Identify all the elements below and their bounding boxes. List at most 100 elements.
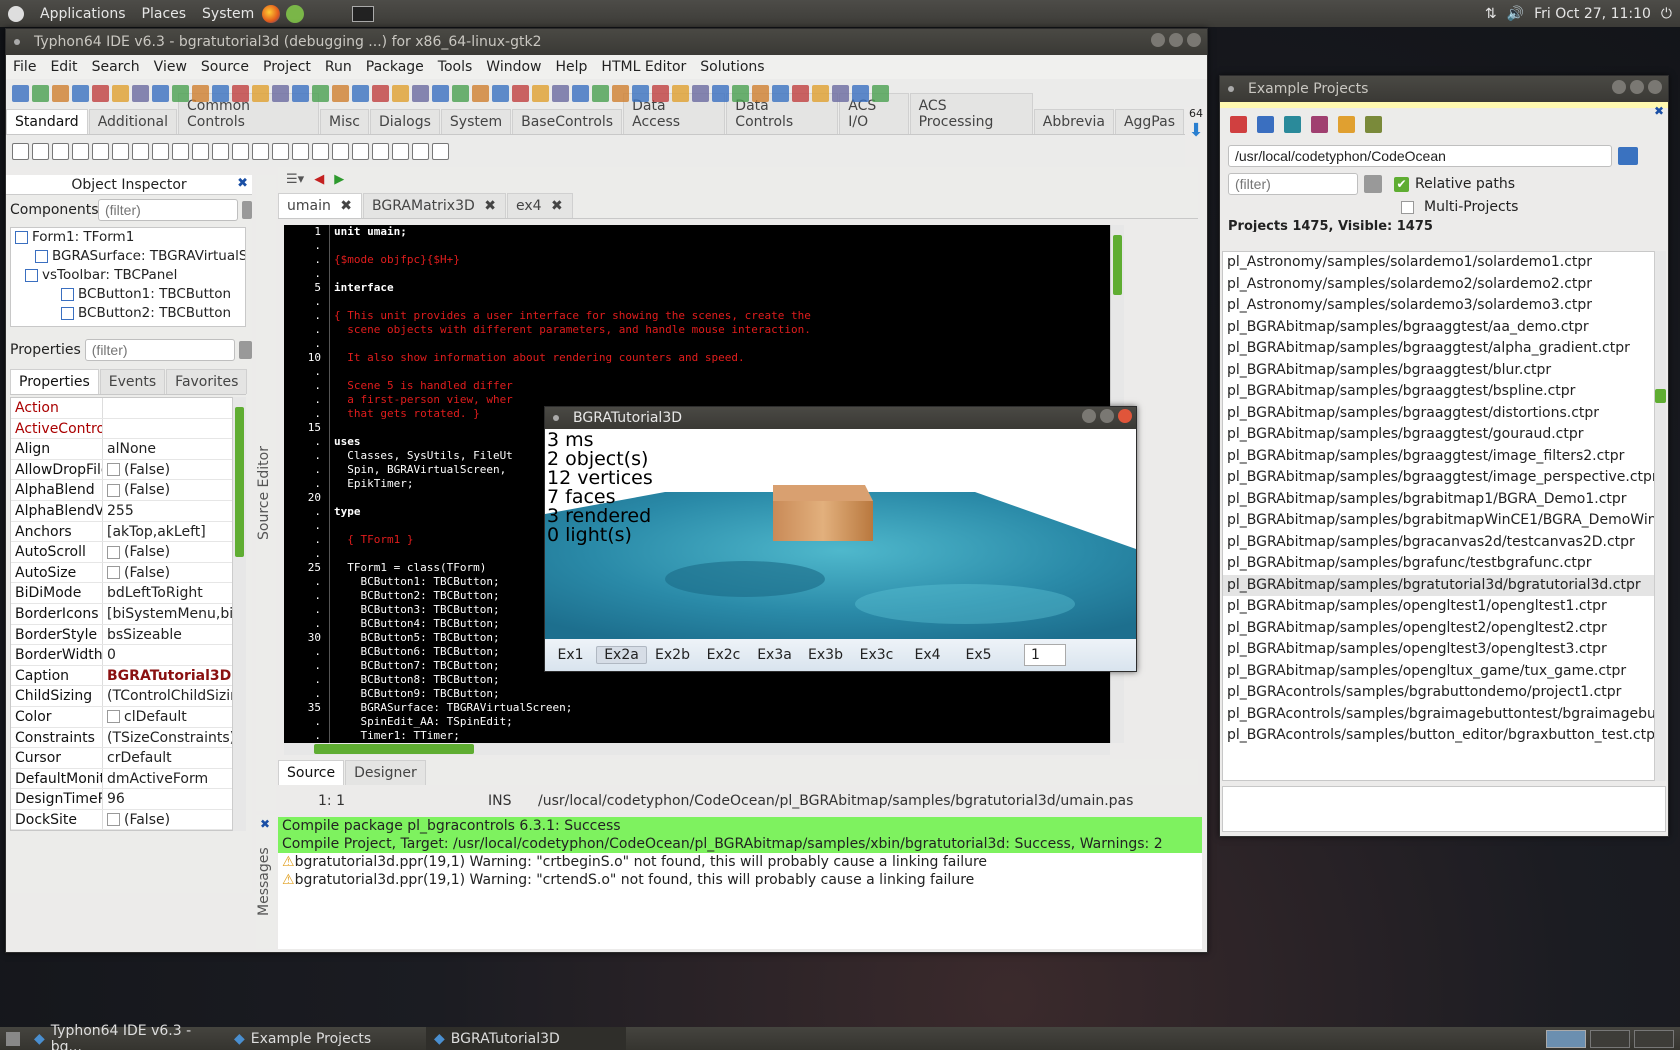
property-value[interactable]: (False)	[103, 563, 245, 583]
inspector-tab-properties[interactable]: Properties	[10, 369, 99, 394]
task-ide[interactable]: ◆ Typhon64 IDE v6.3 - bg...	[26, 1023, 226, 1050]
aa-spin-edit[interactable]: 1	[1024, 644, 1066, 666]
components-filter[interactable]	[98, 199, 238, 221]
project-item[interactable]: pl_BGRAbitmap/samples/bgraaggtest/image_…	[1223, 467, 1661, 489]
examples-panel-close-icon[interactable]: ✖	[1654, 104, 1664, 118]
property-value[interactable]: dmActiveForm	[103, 769, 245, 789]
firefox-icon[interactable]	[262, 4, 281, 23]
scene-viewport[interactable]: 3 ms 2 object(s) 12 vertices 7 faces 3 rende…	[545, 429, 1136, 639]
toolbar-icon-10[interactable]	[192, 84, 209, 102]
palette-tab-4[interactable]: Misc	[320, 109, 369, 134]
palette-tab-1[interactable]: Standard	[6, 109, 88, 134]
toolbar-icon-21[interactable]	[412, 84, 429, 102]
menu-source[interactable]: Source	[194, 59, 256, 75]
messages-close-icon[interactable]: ✖	[260, 817, 270, 831]
tree-item[interactable]: BCButton3: TBCButton	[11, 323, 245, 326]
menu-system[interactable]: System	[202, 6, 254, 22]
tree-item[interactable]: BCButton2: TBCButton	[11, 304, 245, 323]
button-ex5[interactable]: Ex5	[953, 647, 1004, 663]
toolbar-icon-9[interactable]	[172, 84, 189, 102]
project-item[interactable]: pl_BGRAbitmap/samples/bgrabitmapWinCE1/B…	[1223, 510, 1661, 532]
property-row[interactable]: BorderIcons[biSystemMenu,biMinimize	[11, 603, 245, 625]
toolbar-icon-12[interactable]	[232, 84, 249, 102]
toolbar-icon-22[interactable]	[432, 84, 449, 102]
toolbar-icon-6[interactable]	[112, 84, 129, 102]
property-row[interactable]: AlphaBlend (False)	[11, 480, 245, 501]
palette-tab-2[interactable]: Additional	[88, 109, 177, 134]
editor-bottom-tab-designer[interactable]: Designer	[345, 760, 426, 785]
toolbar-icon-8[interactable]	[152, 84, 169, 102]
menu-search[interactable]: Search	[85, 59, 147, 75]
property-value[interactable]: (TSizeConstraints)	[103, 728, 245, 748]
component-icon-20[interactable]	[392, 142, 409, 160]
arch-indicator[interactable]: 64 ⬇	[1185, 107, 1207, 167]
task-examples[interactable]: ◆ Example Projects	[226, 1027, 426, 1050]
project-item[interactable]: pl_BGRAbitmap/samples/bgrabitmap1/BGRA_D…	[1223, 489, 1661, 511]
close-icon[interactable]	[1187, 33, 1201, 47]
button-ex3c[interactable]: Ex3c	[851, 647, 902, 663]
property-row[interactable]: ActiveControl	[11, 418, 245, 440]
tree-item-form[interactable]: Form1: TForm1	[11, 228, 245, 247]
minimize-icon[interactable]	[1151, 33, 1165, 47]
component-icon-10[interactable]	[192, 142, 209, 160]
editor-hscrollbar[interactable]	[284, 743, 1110, 755]
message-success[interactable]: Compile package pl_bgracontrols 6.3.1: S…	[278, 817, 1202, 835]
refresh-icon[interactable]	[1230, 115, 1247, 133]
project-item[interactable]: pl_Astronomy/samples/solardemo1/solardem…	[1223, 252, 1661, 274]
component-icon-8[interactable]	[152, 142, 169, 160]
toolbar-icon-2[interactable]	[32, 84, 49, 102]
palette-tab-13[interactable]: AggPas	[1114, 109, 1184, 134]
button-ex1[interactable]: Ex1	[545, 647, 596, 663]
property-row[interactable]: Anchors [akTop,akLeft]	[11, 521, 245, 543]
property-row[interactable]: BiDiMode bdLeftToRight	[11, 583, 245, 604]
menu-window[interactable]: Window	[479, 59, 548, 75]
component-icon-3[interactable]	[52, 142, 69, 160]
button-ex2b[interactable]: Ex2b	[647, 647, 698, 663]
power-icon[interactable]: ⏻	[1661, 6, 1672, 22]
palette-tab-5[interactable]: Dialogs	[370, 109, 440, 134]
property-row[interactable]: Action	[11, 398, 245, 419]
toolbar-icon-5[interactable]	[92, 84, 109, 102]
menu-applications[interactable]: Applications	[40, 6, 126, 22]
ide-titlebar[interactable]: Typhon64 IDE v6.3 - bgratutorial3d (debu…	[6, 29, 1207, 55]
component-icon-14[interactable]	[272, 142, 289, 160]
property-row[interactable]: ChildSizing (TControlChildSizing)	[11, 686, 245, 707]
tab-close-icon[interactable]: ✖	[543, 198, 563, 214]
toolbar-icon-4[interactable]	[72, 84, 89, 102]
clean-icon[interactable]	[1311, 115, 1328, 133]
property-value[interactable]: (False)	[103, 460, 245, 480]
message-warning[interactable]: ⚠bgratutorial3d.ppr(19,1) Warning: "crte…	[278, 871, 1202, 889]
component-icon-16[interactable]	[312, 142, 329, 160]
project-item[interactable]: pl_Astronomy/samples/solardemo2/solardem…	[1223, 274, 1661, 296]
tree-item[interactable]: BGRASurface: TBGRAVirtualS	[11, 247, 245, 266]
back-arrow-icon[interactable]: ◀	[314, 172, 324, 187]
property-row[interactable]: DefaultMonitordmActiveForm	[11, 768, 245, 790]
palette-tab-11[interactable]: ACS Processing	[909, 93, 1033, 134]
terminal-icon[interactable]	[352, 5, 375, 22]
editor-tab-bgramatrix3d[interactable]: BGRAMatrix3D ✖	[363, 193, 506, 218]
toolbar-icon-25[interactable]	[492, 84, 509, 102]
component-icon-15[interactable]	[292, 142, 309, 160]
toolbar-icon-20[interactable]	[392, 84, 409, 102]
tree-item[interactable]: BCButton1: TBCButton	[11, 285, 245, 304]
property-value[interactable]: [biSystemMenu,biMinimize	[103, 604, 245, 624]
relative-paths-checkbox[interactable]: ✔	[1394, 176, 1409, 192]
component-icon-7[interactable]	[132, 142, 149, 160]
examples-window-menu-icon[interactable]	[1228, 86, 1234, 92]
toolbar-icon-38[interactable]	[752, 84, 769, 102]
component-icon-17[interactable]	[332, 142, 349, 160]
property-row[interactable]: AlphaBlendValue255	[11, 500, 245, 522]
project-item[interactable]: pl_Astronomy/samples/solardemo3/solardem…	[1223, 295, 1661, 317]
message-success[interactable]: Compile Project, Target: /usr/local/code…	[278, 835, 1202, 853]
toolbar-icon-39[interactable]	[772, 84, 789, 102]
toolbar-icon-32[interactable]	[632, 84, 649, 102]
toolbar-icon-31[interactable]	[612, 84, 629, 102]
toolbar-icon-23[interactable]	[452, 84, 469, 102]
component-icon-4[interactable]	[72, 142, 89, 160]
property-value[interactable]: (False)	[103, 480, 245, 500]
menu-edit[interactable]: Edit	[43, 59, 84, 75]
property-checkbox[interactable]	[107, 545, 120, 559]
button-ex4[interactable]: Ex4	[902, 647, 953, 663]
toolbar-icon-18[interactable]	[352, 84, 369, 102]
browse-folder-icon[interactable]	[1618, 147, 1638, 165]
